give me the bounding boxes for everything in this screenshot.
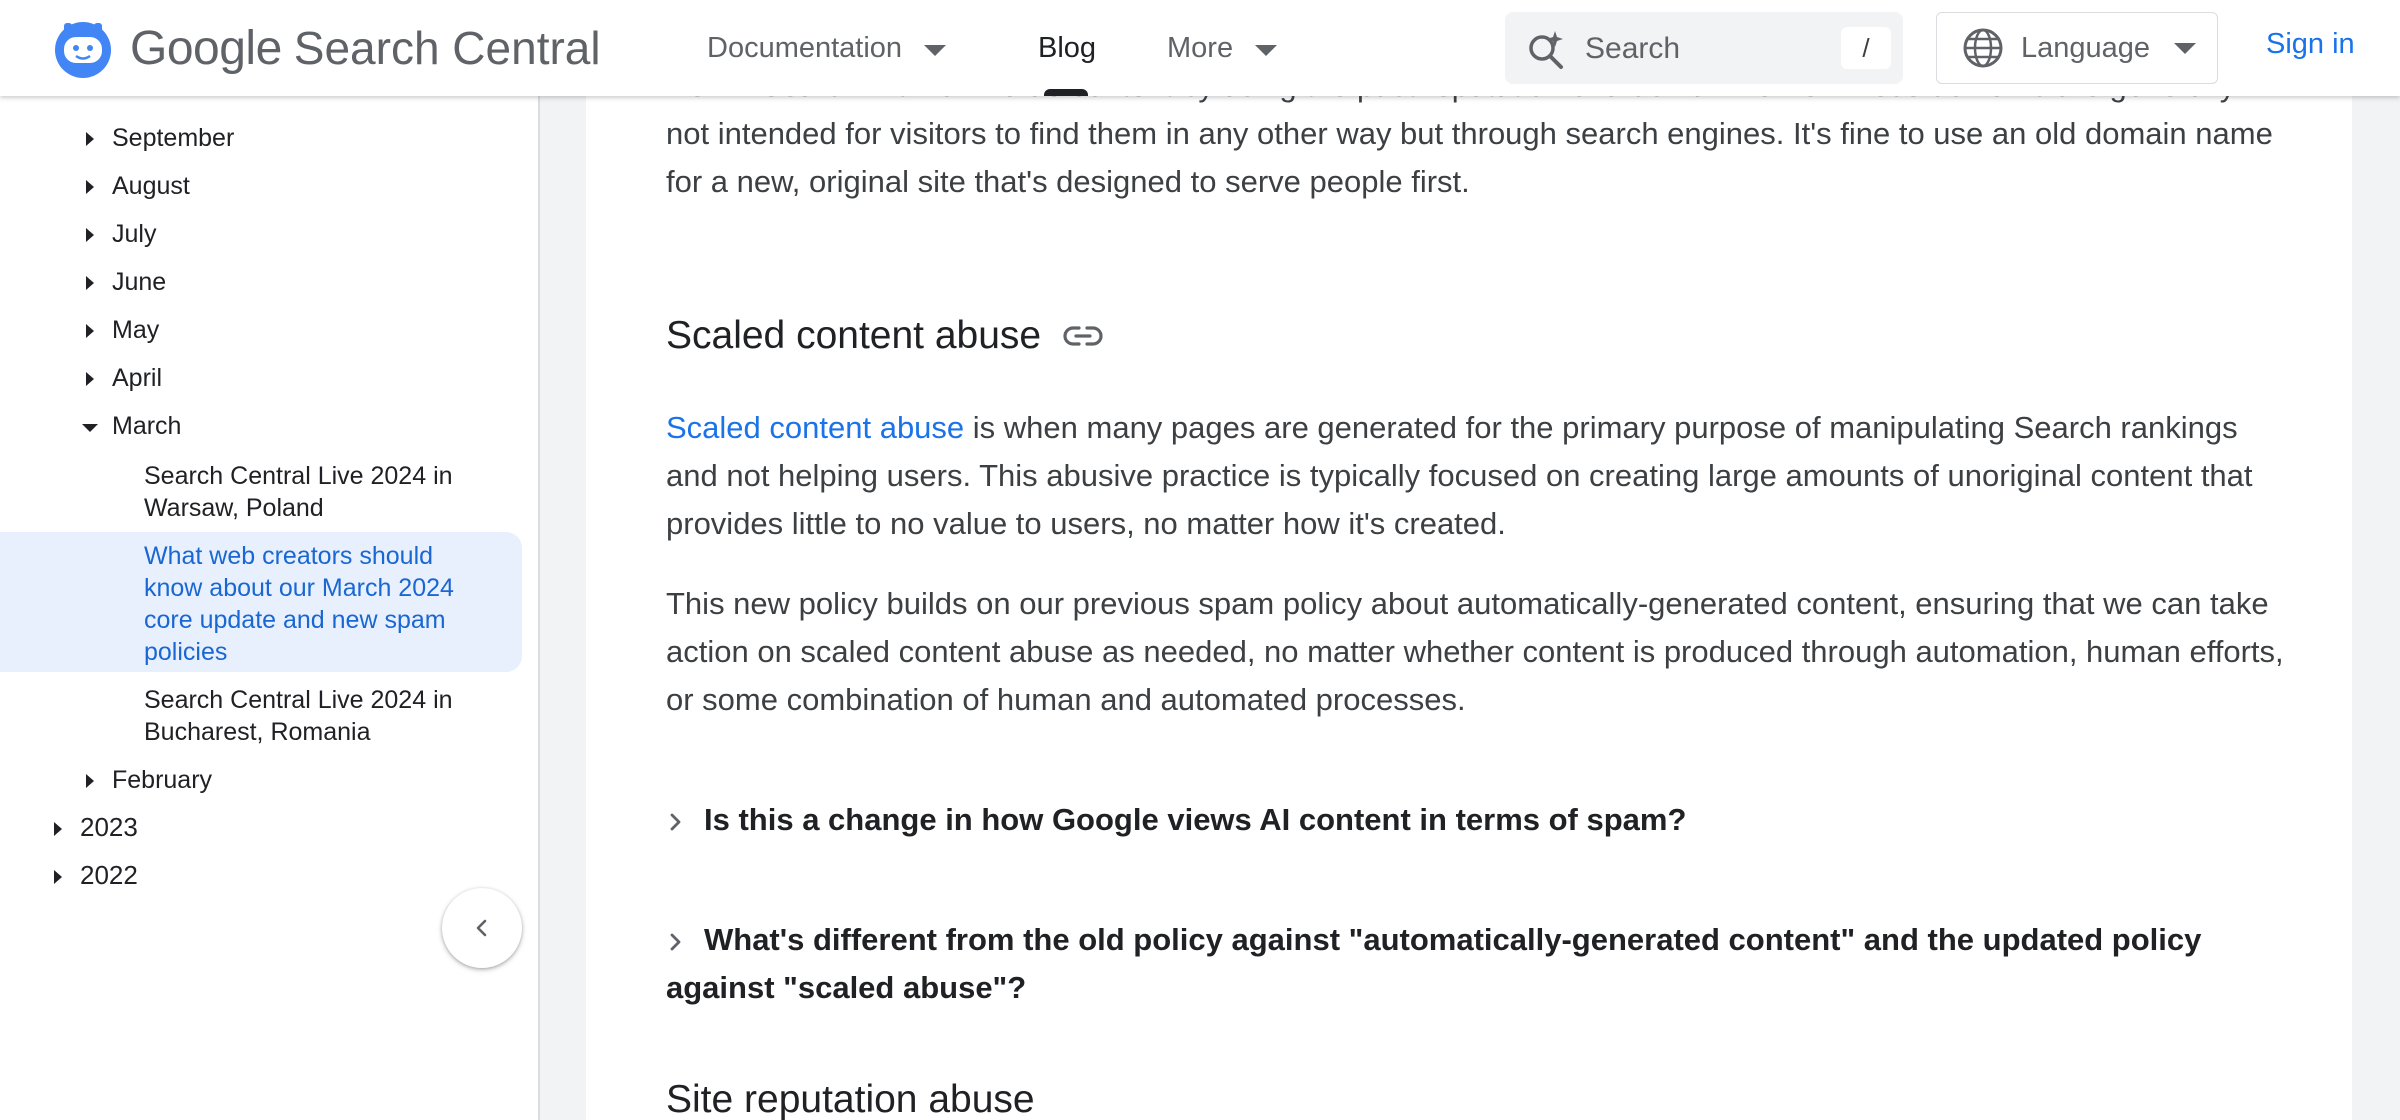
caret-right-icon: [86, 228, 94, 242]
sidebar-item-label: July: [112, 220, 157, 248]
sidebar-post-march-2024-update[interactable]: What web creators should know about our …: [144, 540, 484, 668]
caret-right-icon: [86, 372, 94, 386]
faq-item-ai-content[interactable]: Is this a change in how Google views AI …: [666, 796, 2296, 844]
caret-right-icon: [54, 822, 62, 836]
search-central-mascot-icon: [55, 22, 111, 78]
chevron-down-icon: [2174, 42, 2197, 54]
sidebar-item-label: September: [112, 124, 235, 152]
site-logo[interactable]: Google Search Central: [50, 16, 601, 80]
chevron-left-icon: [476, 919, 487, 937]
search-input[interactable]: [1583, 26, 1817, 72]
heading-site-reputation-abuse: Site reputation abuse: [666, 1078, 1035, 1120]
faq-question: What's different from the old policy aga…: [666, 922, 2202, 1005]
sidebar-item-label: March: [112, 412, 182, 440]
nav-blog-label: Blog: [1038, 31, 1097, 64]
sidebar-post-warsaw[interactable]: Search Central Live 2024 in Warsaw, Pola…: [144, 460, 484, 524]
paragraph-scaled-1: Scaled content abuse is when many pages …: [666, 404, 2286, 548]
logo-search-central-text: Search Central: [293, 22, 601, 74]
paragraph-scaled-2: This new policy builds on our previous s…: [666, 586, 2284, 717]
globe-icon: [1963, 28, 2003, 68]
top-header: Google Search Central Documentation Blog…: [0, 0, 2400, 96]
sidebar-item-label: April: [112, 364, 163, 392]
sidebar-item-label: May: [112, 316, 160, 344]
sidebar-item-label: August: [112, 172, 190, 200]
chevron-right-icon: [670, 933, 681, 951]
nav-blog[interactable]: Blog: [1038, 0, 1096, 96]
sidebar-item-label: February: [112, 766, 213, 794]
sign-in-link[interactable]: Sign in: [2266, 28, 2355, 61]
faq-question: Is this a change in how Google views AI …: [704, 802, 1687, 837]
search-spark-icon: [1529, 31, 1563, 69]
caret-right-icon: [86, 132, 94, 146]
scaled-content-abuse-link[interactable]: Scaled content abuse: [666, 410, 964, 445]
chevron-down-icon: [924, 44, 947, 56]
faq-item-policy-difference[interactable]: What's different from the old policy aga…: [666, 916, 2296, 1012]
nav-documentation-label: Documentation: [707, 31, 903, 64]
nav-more-label: More: [1167, 31, 1234, 64]
sidebar-year-label: 2022: [80, 860, 138, 890]
language-label: Language: [2021, 31, 2151, 64]
sidebar-year-label: 2023: [80, 812, 138, 842]
link-icon[interactable]: [1061, 314, 1105, 358]
caret-right-icon: [86, 774, 94, 788]
caret-right-icon: [86, 324, 94, 338]
article-content: well in Search with low-value content by…: [586, 96, 2352, 1120]
sidebar-post-bucharest[interactable]: Search Central Live 2024 in Bucharest, R…: [144, 684, 484, 748]
chevron-down-icon: [1255, 44, 1278, 56]
logo-google-text: Google: [130, 21, 282, 75]
collapse-sidebar-button[interactable]: [442, 888, 522, 968]
search-shortcut-key: /: [1841, 27, 1891, 69]
heading-scaled-content-abuse: Scaled content abuse: [666, 314, 1105, 358]
active-tab-indicator: [1044, 89, 1088, 96]
caret-right-icon: [86, 180, 94, 194]
left-nav-sidebar: September August July June May April Mar…: [0, 96, 540, 1120]
paragraph-intro: well in Search with low-value content by…: [666, 96, 2273, 199]
sidebar-item-label: June: [112, 268, 167, 296]
search-box[interactable]: /: [1505, 12, 1903, 84]
nav-more[interactable]: More: [1167, 0, 1278, 96]
heading-text: Scaled content abuse: [666, 314, 1042, 357]
caret-right-icon: [54, 870, 62, 884]
heading-text: Site reputation abuse: [666, 1078, 1035, 1120]
language-select[interactable]: Language: [1936, 12, 2218, 84]
chevron-right-icon: [670, 813, 681, 831]
caret-down-icon: [82, 424, 98, 432]
nav-documentation[interactable]: Documentation: [707, 0, 947, 96]
caret-right-icon: [86, 276, 94, 290]
